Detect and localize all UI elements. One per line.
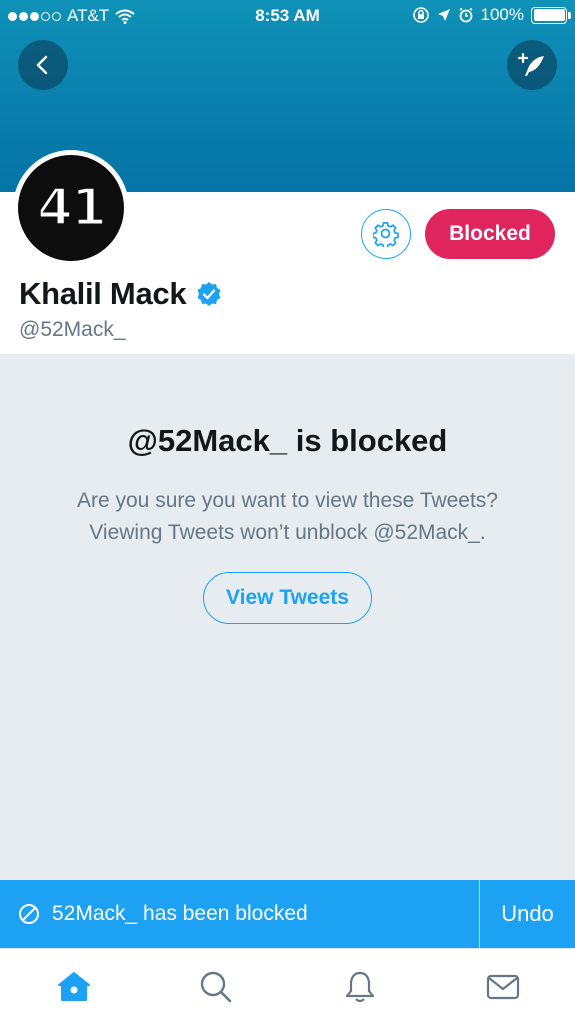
tab-notifications[interactable] bbox=[340, 967, 380, 1007]
home-icon bbox=[58, 972, 90, 1001]
blocked-message-line2: Viewing Tweets won’t unblock @52Mack_. bbox=[89, 521, 486, 544]
blocked-notice: @52Mack_ is blocked Are you sure you wan… bbox=[0, 354, 575, 880]
blocked-message-line1: Are you sure you want to view these Twee… bbox=[76, 489, 498, 512]
settings-button[interactable] bbox=[361, 209, 411, 259]
messages-icon bbox=[486, 974, 520, 1000]
undo-button[interactable]: Undo bbox=[480, 880, 575, 948]
view-tweets-button[interactable]: View Tweets bbox=[203, 572, 372, 624]
profile-name: Khalil Mack bbox=[19, 276, 187, 311]
battery-percent: 100% bbox=[480, 5, 524, 24]
avatar-image: 41 bbox=[18, 155, 124, 261]
profile-name-row: Khalil Mack bbox=[19, 276, 222, 312]
verified-badge-icon bbox=[197, 282, 221, 306]
avatar[interactable]: 41 bbox=[13, 150, 129, 266]
battery-icon bbox=[531, 6, 571, 24]
gear-icon bbox=[373, 222, 399, 247]
tab-search[interactable] bbox=[196, 967, 236, 1007]
profile-handle: @52Mack_ bbox=[19, 318, 126, 341]
alarm-icon bbox=[458, 7, 473, 23]
toast-message: 52Mack_ has been blocked bbox=[52, 902, 308, 925]
back-button[interactable] bbox=[18, 40, 68, 90]
tab-messages[interactable] bbox=[483, 967, 523, 1007]
search-icon bbox=[200, 971, 232, 1003]
status-bar: AT&T 8:53 AM 100% bbox=[0, 0, 575, 34]
notifications-icon bbox=[345, 971, 375, 1003]
chevron-left-icon bbox=[36, 55, 48, 75]
compose-tweet-button[interactable] bbox=[507, 40, 557, 90]
tab-home[interactable] bbox=[54, 967, 94, 1007]
tab-bar bbox=[0, 948, 575, 1024]
blocked-message: Are you sure you want to view these Twee… bbox=[0, 485, 575, 549]
avatar-number: 41 bbox=[35, 177, 108, 240]
status-right: 100% bbox=[412, 5, 571, 25]
compose-feather-icon bbox=[518, 52, 544, 76]
blocked-toast: 52Mack_ has been blocked Undo bbox=[0, 880, 575, 948]
block-circle-icon bbox=[19, 904, 39, 924]
location-arrow-icon bbox=[437, 9, 450, 21]
blocked-title: @52Mack_ is blocked bbox=[127, 423, 448, 458]
orientation-lock-icon bbox=[412, 7, 429, 23]
toast-message-row: 52Mack_ has been blocked bbox=[18, 880, 308, 948]
blocked-button[interactable]: Blocked bbox=[425, 209, 555, 259]
